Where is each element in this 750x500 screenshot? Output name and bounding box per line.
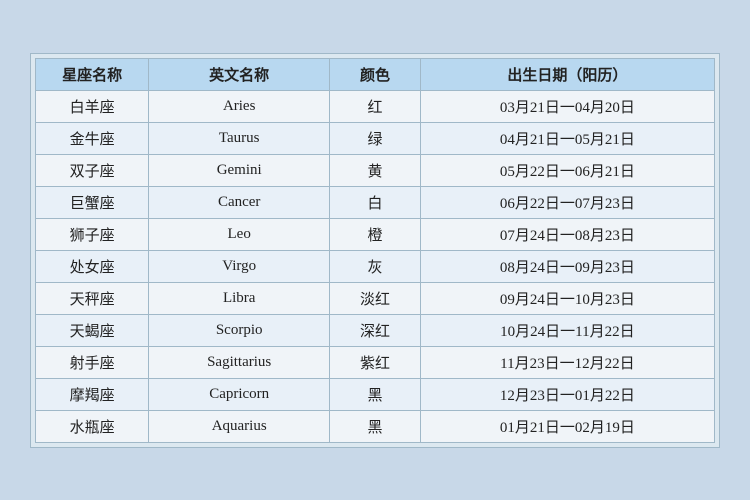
cell-color: 灰 xyxy=(330,250,421,282)
cell-chinese-name: 水瓶座 xyxy=(36,410,149,442)
cell-birth-date: 12月23日一01月22日 xyxy=(420,378,714,410)
table-row: 巨蟹座Cancer白06月22日一07月23日 xyxy=(36,186,715,218)
zodiac-table-container: 星座名称 英文名称 颜色 出生日期（阳历） 白羊座Aries红03月21日一04… xyxy=(30,53,720,448)
table-row: 天秤座Libra淡红09月24日一10月23日 xyxy=(36,282,715,314)
cell-chinese-name: 处女座 xyxy=(36,250,149,282)
cell-color: 白 xyxy=(330,186,421,218)
zodiac-table: 星座名称 英文名称 颜色 出生日期（阳历） 白羊座Aries红03月21日一04… xyxy=(35,58,715,443)
header-chinese-name: 星座名称 xyxy=(36,58,149,90)
header-birth-date: 出生日期（阳历） xyxy=(420,58,714,90)
cell-english-name: Sagittarius xyxy=(149,346,330,378)
table-row: 摩羯座Capricorn黑12月23日一01月22日 xyxy=(36,378,715,410)
cell-color: 黑 xyxy=(330,378,421,410)
cell-chinese-name: 白羊座 xyxy=(36,90,149,122)
cell-english-name: Libra xyxy=(149,282,330,314)
cell-english-name: Aries xyxy=(149,90,330,122)
cell-english-name: Taurus xyxy=(149,122,330,154)
cell-english-name: Gemini xyxy=(149,154,330,186)
cell-english-name: Aquarius xyxy=(149,410,330,442)
cell-birth-date: 01月21日一02月19日 xyxy=(420,410,714,442)
table-row: 白羊座Aries红03月21日一04月20日 xyxy=(36,90,715,122)
cell-birth-date: 10月24日一11月22日 xyxy=(420,314,714,346)
cell-color: 黑 xyxy=(330,410,421,442)
cell-english-name: Cancer xyxy=(149,186,330,218)
table-body: 白羊座Aries红03月21日一04月20日金牛座Taurus绿04月21日一0… xyxy=(36,90,715,442)
cell-birth-date: 06月22日一07月23日 xyxy=(420,186,714,218)
cell-english-name: Scorpio xyxy=(149,314,330,346)
table-row: 金牛座Taurus绿04月21日一05月21日 xyxy=(36,122,715,154)
cell-birth-date: 03月21日一04月20日 xyxy=(420,90,714,122)
table-row: 水瓶座Aquarius黑01月21日一02月19日 xyxy=(36,410,715,442)
table-row: 双子座Gemini黄05月22日一06月21日 xyxy=(36,154,715,186)
cell-english-name: Leo xyxy=(149,218,330,250)
cell-birth-date: 07月24日一08月23日 xyxy=(420,218,714,250)
cell-color: 橙 xyxy=(330,218,421,250)
cell-chinese-name: 天蝎座 xyxy=(36,314,149,346)
cell-birth-date: 09月24日一10月23日 xyxy=(420,282,714,314)
cell-chinese-name: 天秤座 xyxy=(36,282,149,314)
cell-color: 深红 xyxy=(330,314,421,346)
cell-birth-date: 08月24日一09月23日 xyxy=(420,250,714,282)
table-row: 射手座Sagittarius紫红11月23日一12月22日 xyxy=(36,346,715,378)
cell-chinese-name: 巨蟹座 xyxy=(36,186,149,218)
table-row: 狮子座Leo橙07月24日一08月23日 xyxy=(36,218,715,250)
header-color: 颜色 xyxy=(330,58,421,90)
cell-chinese-name: 摩羯座 xyxy=(36,378,149,410)
cell-chinese-name: 双子座 xyxy=(36,154,149,186)
cell-chinese-name: 狮子座 xyxy=(36,218,149,250)
cell-birth-date: 05月22日一06月21日 xyxy=(420,154,714,186)
cell-color: 淡红 xyxy=(330,282,421,314)
cell-english-name: Virgo xyxy=(149,250,330,282)
cell-english-name: Capricorn xyxy=(149,378,330,410)
table-row: 处女座Virgo灰08月24日一09月23日 xyxy=(36,250,715,282)
header-english-name: 英文名称 xyxy=(149,58,330,90)
cell-color: 绿 xyxy=(330,122,421,154)
cell-color: 黄 xyxy=(330,154,421,186)
cell-color: 红 xyxy=(330,90,421,122)
table-row: 天蝎座Scorpio深红10月24日一11月22日 xyxy=(36,314,715,346)
cell-chinese-name: 射手座 xyxy=(36,346,149,378)
cell-birth-date: 04月21日一05月21日 xyxy=(420,122,714,154)
cell-chinese-name: 金牛座 xyxy=(36,122,149,154)
cell-birth-date: 11月23日一12月22日 xyxy=(420,346,714,378)
cell-color: 紫红 xyxy=(330,346,421,378)
table-header-row: 星座名称 英文名称 颜色 出生日期（阳历） xyxy=(36,58,715,90)
